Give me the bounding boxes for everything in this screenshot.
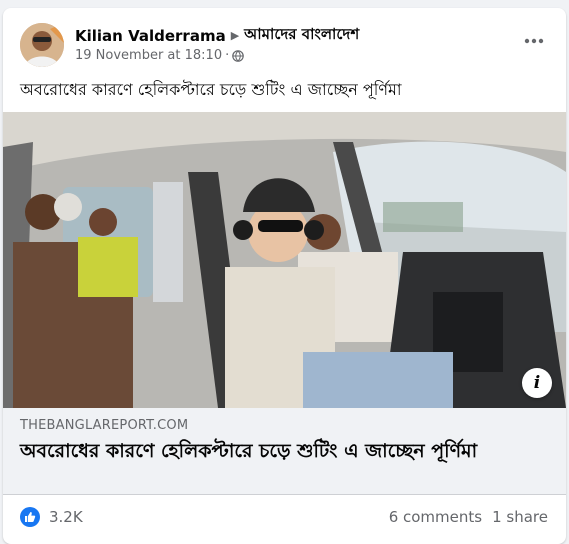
info-icon: i	[533, 373, 541, 393]
post-text: অবরোধের কারণে হেলিকপ্টারে চড়ে শুটিং এ জ…	[20, 80, 402, 99]
author-line: Kilian Valderrama ▶ আমাদের বাংলাদেশ	[75, 23, 359, 48]
post-header: Kilian Valderrama ▶ আমাদের বাংলাদেশ 19 N…	[3, 8, 566, 74]
post-meta: 19 November at 18:10 ·	[75, 48, 245, 63]
like-icon[interactable]	[20, 507, 40, 527]
engagement-stats: 6 comments 1 share	[389, 508, 548, 526]
caret-right-icon: ▶	[230, 29, 240, 42]
link-preview[interactable]: THEBANGLAREPORT.COM অবরোধের কারণে হেলিকপ…	[3, 408, 566, 495]
post-timestamp[interactable]: 19 November at 18:10	[75, 48, 222, 63]
reaction-count[interactable]: 3.2K	[49, 508, 83, 526]
group-name[interactable]: আমাদের বাংলাদেশ	[244, 23, 359, 48]
author-name[interactable]: Kilian Valderrama	[75, 27, 226, 45]
post-card: Kilian Valderrama ▶ আমাদের বাংলাদেশ 19 N…	[3, 8, 566, 544]
more-horizontal-icon	[524, 38, 544, 44]
post-image[interactable]: i	[3, 112, 566, 408]
link-title[interactable]: অবরোধের কারণে হেলিকপ্টারে চড়ে শুটিং এ জ…	[20, 438, 540, 464]
link-domain: THEBANGLAREPORT.COM	[20, 418, 189, 433]
more-options-button[interactable]	[516, 30, 552, 52]
info-button[interactable]: i	[522, 368, 552, 398]
shares-count[interactable]: 1 share	[492, 508, 548, 526]
meta-separator: ·	[225, 48, 230, 63]
globe-icon	[232, 49, 245, 62]
comments-count[interactable]: 6 comments	[389, 508, 482, 526]
avatar[interactable]	[20, 23, 64, 67]
post-footer: 3.2K 6 comments 1 share	[3, 495, 566, 544]
